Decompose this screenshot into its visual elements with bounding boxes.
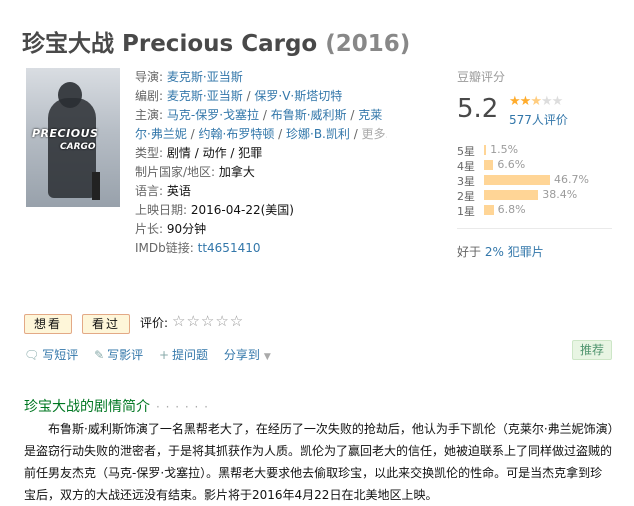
writer-link[interactable]: 麦克斯·亚当斯	[167, 89, 243, 103]
cast-link[interactable]: 克莱	[358, 108, 382, 122]
imdb-row: IMDb链接: tt4651410	[135, 239, 387, 258]
rating-bar-label: 1星	[457, 205, 475, 218]
rating-bar-label: 2星	[457, 190, 475, 203]
share-dropdown[interactable]: 分享到 ▼	[224, 348, 271, 362]
director-row: 导演: 麦克斯·亚当斯	[135, 68, 387, 87]
plus-icon: +	[158, 348, 170, 362]
rating-bar-fill	[484, 160, 494, 170]
writer-row: 编剧: 麦克斯·亚当斯 / 保罗·V·斯塔切特	[135, 89, 343, 103]
write-review-button[interactable]: ✎ 写影评	[94, 348, 143, 362]
better-than: 好于 2% 犯罪片	[457, 245, 544, 259]
poster-title: PRECIOUS	[32, 127, 99, 140]
cast-more-link[interactable]: 更多...	[362, 127, 387, 141]
rating-bar-fill	[484, 190, 539, 200]
cast-link[interactable]: 约翰·布罗特顿	[199, 127, 275, 141]
director-link[interactable]: 麦克斯·亚当斯	[167, 70, 243, 84]
rate-label: 评价:	[140, 316, 169, 330]
comment-icon: 🗨	[24, 348, 40, 362]
write-short-review-button[interactable]: 🗨 写短评	[24, 348, 78, 362]
language-row: 语言: 英语	[135, 182, 387, 201]
cast-link[interactable]: 马克-保罗·戈塞拉	[167, 108, 259, 122]
poster-gun	[92, 172, 100, 200]
pen-icon: ✎	[94, 348, 105, 362]
language-label: 语言:	[135, 184, 164, 198]
cast-link[interactable]: 尔·弗兰妮	[135, 127, 187, 141]
watched-button[interactable]: 看过	[82, 314, 130, 334]
rating-bar-percent: 6.6%	[497, 158, 526, 171]
imdb-label: IMDb链接:	[135, 241, 194, 255]
rating-bar-percent: 6.8%	[497, 203, 526, 216]
runtime-row: 片长: 90分钟	[135, 220, 387, 239]
rating-bar-label: 3星	[457, 175, 475, 188]
cast-row-2: 尔·弗兰妮 / 约翰·布罗特顿 / 珍娜·B.凯利 / 更多...	[135, 125, 387, 144]
want-to-watch-button[interactable]: 想看	[24, 314, 72, 334]
genre-value: 剧情	[166, 146, 191, 160]
poster-subtitle: CARGO	[60, 142, 96, 152]
synopsis-heading: 珍宝大战的剧情简介 · · · · · ·	[24, 399, 209, 415]
action-bar: 🗨 写短评 ✎ 写影评 + 提问题 分享到 ▼	[24, 346, 283, 363]
rating-bar-percent: 46.7%	[554, 173, 589, 186]
rating-bar-label: 4星	[457, 160, 475, 173]
divider	[457, 228, 612, 229]
runtime-label: 片长:	[135, 222, 164, 236]
imdb-link[interactable]: tt4651410	[198, 241, 261, 255]
movie-info: 导演: 麦克斯·亚当斯 编剧: 麦克斯·亚当斯 / 保罗·V·斯塔切特 主演: …	[135, 68, 387, 258]
caret-down-icon: ▼	[263, 352, 271, 362]
star-full-icon: ★★	[509, 94, 531, 109]
rating-bar-percent: 38.4%	[542, 188, 578, 201]
release-label: 上映日期:	[135, 203, 188, 217]
cast-label: 主演:	[135, 108, 164, 122]
rating-bar-label: 5星	[457, 145, 475, 158]
genre-value: 动作	[202, 146, 227, 160]
country-value: 加拿大	[218, 165, 255, 179]
page-title: 珍宝大战 Precious Cargo (2016)	[22, 24, 410, 58]
star-half-icon: ★	[530, 94, 542, 109]
cast-link[interactable]: 布鲁斯·威利斯	[271, 108, 347, 122]
ask-question-button[interactable]: + 提问题	[159, 348, 208, 362]
rating-bar-percent: 1.5%	[490, 143, 519, 156]
rating-bar-fill	[484, 205, 494, 215]
writer-link[interactable]: 保罗·V·斯塔切特	[254, 89, 342, 103]
language-value: 英语	[166, 184, 191, 198]
movie-year: (2016)	[325, 31, 411, 57]
rating-score: 5.2	[457, 94, 499, 124]
cast-link[interactable]: 珍娜·B.凯利	[286, 127, 350, 141]
rating-bar-fill	[484, 175, 550, 185]
release-value: 2016-04-22(美国)	[190, 203, 294, 217]
country-label: 制片国家/地区:	[135, 165, 216, 179]
star-empty-icon: ★★	[540, 94, 563, 109]
rate-stars-input[interactable]: ☆☆☆☆☆	[172, 311, 244, 331]
genre-value: 犯罪	[238, 146, 263, 160]
better-than-link[interactable]: 2% 犯罪片	[485, 245, 544, 259]
rating-stars: ★★★★★	[509, 94, 563, 109]
synopsis-text: 布鲁斯·威利斯饰演了一名黑帮老大了，在经历了一次失败的抢劫后，他认为手下凯伦（克…	[24, 422, 614, 502]
writer-label: 编剧:	[135, 89, 164, 103]
director-label: 导演:	[135, 70, 164, 84]
rating-votes-link[interactable]: 577人评价	[509, 111, 568, 128]
genre-label: 类型:	[135, 146, 164, 160]
movie-poster[interactable]: PRECIOUS CARGO	[26, 68, 120, 207]
genre-row: 类型: 剧情 / 动作 / 犯罪	[135, 146, 263, 160]
rating-panel: 豆瓣评分 5.2 ★★★★★ 577人评价 5星 1.5% 4星 6.6% 3星 46.7…	[457, 68, 617, 218]
country-row: 制片国家/地区: 加拿大	[135, 163, 387, 182]
cast-row: 主演: 马克-保罗·戈塞拉 / 布鲁斯·威利斯 / 克莱	[135, 108, 383, 122]
movie-title: 珍宝大战 Precious Cargo	[22, 31, 318, 57]
release-row: 上映日期: 2016-04-22(美国)	[135, 201, 387, 220]
rating-label: 豆瓣评分	[457, 70, 506, 84]
runtime-value: 90分钟	[166, 222, 207, 236]
rating-bar-fill	[484, 145, 487, 155]
recommend-button[interactable]: 推荐	[572, 340, 613, 360]
